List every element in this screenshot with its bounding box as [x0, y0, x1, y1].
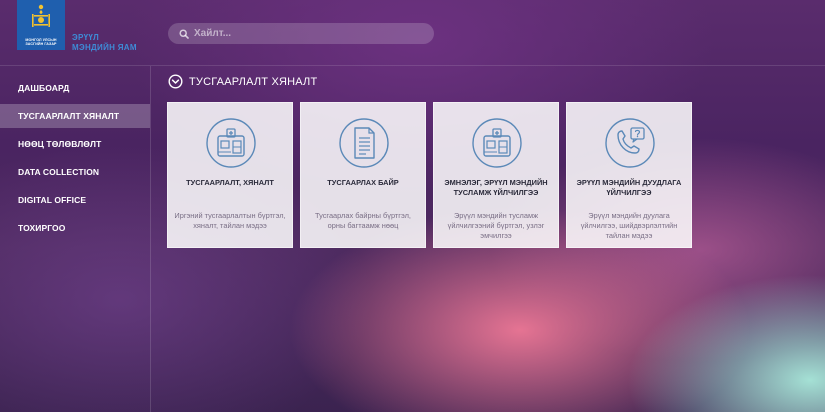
sidebar-item-label: НӨӨЦ ТӨЛӨВЛӨЛТ: [18, 139, 102, 149]
chevron-down-circle-icon[interactable]: [168, 74, 183, 89]
card-description: Тусгаарлах байрны бүртгэл, орны багтаамж…: [315, 211, 411, 230]
logo-caption: МОНГОЛ УЛСЫН ЗАСГИЙН ГАЗАР: [25, 38, 57, 46]
sidebar: ДАШБОАРД ТУСГААРЛАЛТ ХЯНАЛТ НӨӨЦ ТӨЛӨВЛӨ…: [0, 66, 151, 412]
card-isolation-control[interactable]: ТУСГААРЛАЛТ, ХЯНАЛТ Иргэний тусгаарлалты…: [167, 102, 293, 248]
card-health-call-service[interactable]: ЭРҮҮЛ МЭНДИЙН ДУУДЛАГА ҮЙЛЧИЛГЭЭ Эрүүл м…: [566, 102, 692, 248]
search-bar[interactable]: [168, 23, 434, 44]
sidebar-item-label: DATA COLLECTION: [18, 167, 100, 177]
sidebar-item-settings[interactable]: ТОХИРГОО: [0, 216, 150, 240]
sidebar-item-label: ТУСГААРЛАЛТ ХЯНАЛТ: [18, 111, 120, 121]
sidebar-item-resource-planning[interactable]: НӨӨЦ ТӨЛӨВЛӨЛТ: [0, 132, 150, 156]
government-logo[interactable]: МОНГОЛ УЛСЫН ЗАСГИЙН ГАЗАР: [17, 0, 65, 50]
sidebar-item-data-collection[interactable]: DATA COLLECTION: [0, 160, 150, 184]
sidebar-item-digital-office[interactable]: DIGITAL OFFICE: [0, 188, 150, 212]
section-header[interactable]: ТУСГААРЛАЛТ ХЯНАЛТ: [168, 74, 317, 89]
sidebar-item-label: ДАШБОАРД: [18, 83, 70, 93]
phone-question-icon: [605, 118, 655, 168]
top-bar: МОНГОЛ УЛСЫН ЗАСГИЙН ГАЗАР ЭРҮҮЛ МЭНДИЙН…: [0, 0, 825, 66]
card-isolation-facility[interactable]: ТУСГААРЛАХ БАЙР Тусгаарлах байрны бүртгэ…: [300, 102, 426, 248]
brand-name: ЭРҮҮЛ МЭНДИЙН ЯАМ: [72, 33, 137, 53]
sidebar-item-label: ТОХИРГОО: [18, 223, 66, 233]
card-hospital-services[interactable]: ЭМНЭЛЭГ, ЭРҮҮЛ МЭНДИЙН ТУСЛАМЖ ҮЙЛЧИЛГЭЭ…: [433, 102, 559, 248]
sidebar-item-label: DIGITAL OFFICE: [18, 195, 87, 205]
card-title: ТУСГААРЛАХ БАЙР: [327, 178, 399, 187]
card-title: ЭМНЭЛЭГ, ЭРҮҮЛ МЭНДИЙН ТУСЛАМЖ ҮЙЛЧИЛГЭЭ: [444, 178, 548, 197]
card-description: Иргэний тусгаарлалтын бүртгэл, хяналт, т…: [174, 211, 286, 230]
search-icon: [179, 28, 189, 39]
sidebar-item-isolation-control[interactable]: ТУСГААРЛАЛТ ХЯНАЛТ: [0, 104, 150, 128]
hospital-icon: [472, 118, 522, 168]
document-icon: [339, 118, 389, 168]
brand-line-1: ЭРҮҮЛ: [72, 33, 100, 42]
card-title: ТУСГААРЛАЛТ, ХЯНАЛТ: [186, 178, 274, 187]
hospital-icon: [206, 118, 256, 168]
search-input[interactable]: [194, 28, 424, 39]
soyombo-emblem-icon: [32, 4, 50, 27]
section-title: ТУСГААРЛАЛТ ХЯНАЛТ: [189, 75, 318, 88]
card-description: Эрүүл мэндийн дуулага үйлчилгээ, шийдвэр…: [580, 211, 678, 240]
brand-line-2: МЭНДИЙН ЯАМ: [72, 43, 137, 52]
sidebar-item-dashboard[interactable]: ДАШБОАРД: [0, 76, 150, 100]
card-title: ЭРҮҮЛ МЭНДИЙН ДУУДЛАГА ҮЙЛЧИЛГЭЭ: [576, 178, 682, 197]
card-description: Эрүүл мэндийн тусламж үйлчилгээний бүртг…: [447, 211, 545, 240]
